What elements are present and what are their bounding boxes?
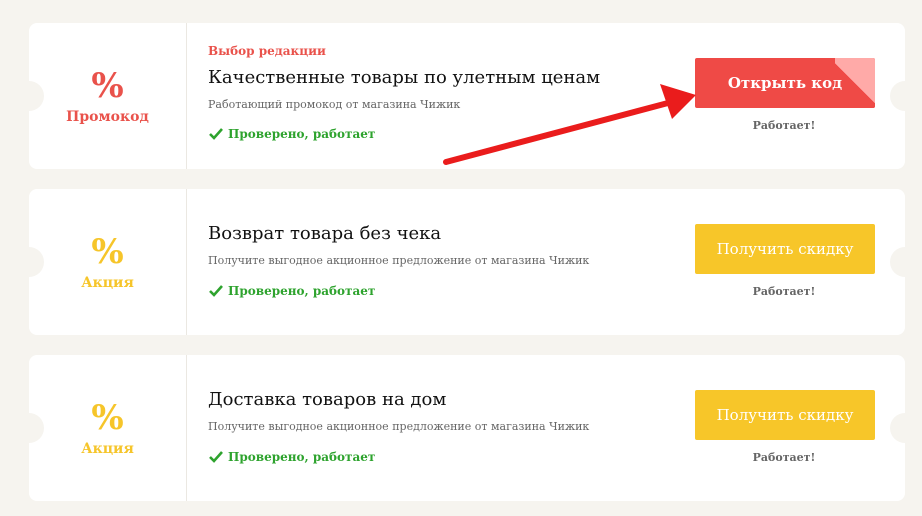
verified-label: Проверено, работает <box>228 284 376 298</box>
coupon-info: Доставка товаров на дом Получите выгодно… <box>208 355 668 501</box>
coupon-description: Получите выгодное акционное предложение … <box>208 420 590 433</box>
get-discount-button[interactable]: Получить скидку <box>695 390 875 440</box>
coupon-card-deal: % Акция Возврат товара без чека Получите… <box>14 189 920 335</box>
coupon-type-label: Акция <box>81 441 134 457</box>
coupon-type-label: Акция <box>81 275 134 291</box>
coupon-info: Выбор редакции Качественные товары по ул… <box>208 23 668 169</box>
works-status: Работает! <box>752 285 816 298</box>
coupon-type-badge: % Акция <box>29 355 187 501</box>
verified-status: Проверено, работает <box>208 450 375 464</box>
coupon-action: Открыть код Работает! <box>693 23 875 169</box>
coupon-action: Получить скидку Работает! <box>693 189 875 335</box>
check-icon <box>209 285 223 297</box>
get-discount-button[interactable]: Получить скидку <box>695 224 875 274</box>
coupon-card-promo: % Промокод Выбор редакции Качественные т… <box>14 23 920 169</box>
percent-icon: % <box>91 398 124 438</box>
verified-label: Проверено, работает <box>228 450 376 464</box>
check-icon <box>209 451 223 463</box>
coupon-info: Возврат товара без чека Получите выгодно… <box>208 189 668 335</box>
open-code-button[interactable]: Открыть код <box>695 58 875 108</box>
coupon-title: Доставка товаров на дом <box>208 389 447 410</box>
works-status: Работает! <box>752 451 816 464</box>
coupon-card-deal: % Акция Доставка товаров на дом Получите… <box>14 355 920 501</box>
check-icon <box>209 128 223 140</box>
coupon-description: Получите выгодное акционное предложение … <box>208 254 590 267</box>
works-status: Работает! <box>752 119 816 132</box>
coupon-type-badge: % Акция <box>29 189 187 335</box>
coupon-title: Качественные товары по улетным ценам <box>208 67 601 88</box>
coupon-action: Получить скидку Работает! <box>693 355 875 501</box>
coupon-type-label: Промокод <box>66 109 149 125</box>
editor-choice-label: Выбор редакции <box>208 44 326 58</box>
verified-status: Проверено, работает <box>208 127 375 141</box>
percent-icon: % <box>91 232 124 272</box>
coupon-title: Возврат товара без чека <box>208 223 442 244</box>
percent-icon: % <box>91 66 124 106</box>
verified-label: Проверено, работает <box>228 127 376 141</box>
coupon-type-badge: % Промокод <box>29 23 187 169</box>
verified-status: Проверено, работает <box>208 284 375 298</box>
coupon-description: Работающий промокод от магазина Чижик <box>208 98 461 111</box>
